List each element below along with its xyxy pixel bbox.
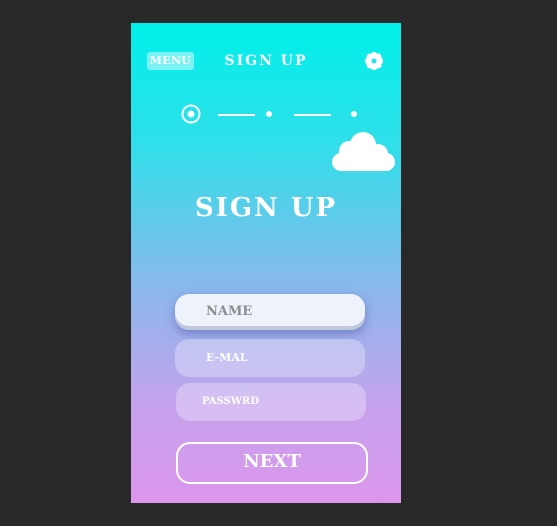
gear-icon[interactable] [364,51,384,71]
step-connector [218,114,255,116]
step-2-dot [266,111,272,117]
page-title: SIGN UP [194,193,338,223]
name-field[interactable]: NAME [175,294,365,330]
password-field[interactable]: PASSWRD [176,383,366,421]
header-title: SIGN UP [224,53,308,69]
next-button[interactable]: NEXT [176,442,368,484]
cloud-icon [332,132,395,171]
step-connector [294,114,331,116]
step-3-dot [351,111,357,117]
signup-screen: MENU SIGN UP SIGN UP NAME E-MAL PASSWRD … [131,23,401,503]
email-field[interactable]: E-MAL [175,339,365,377]
step-1-active-icon [181,104,201,124]
